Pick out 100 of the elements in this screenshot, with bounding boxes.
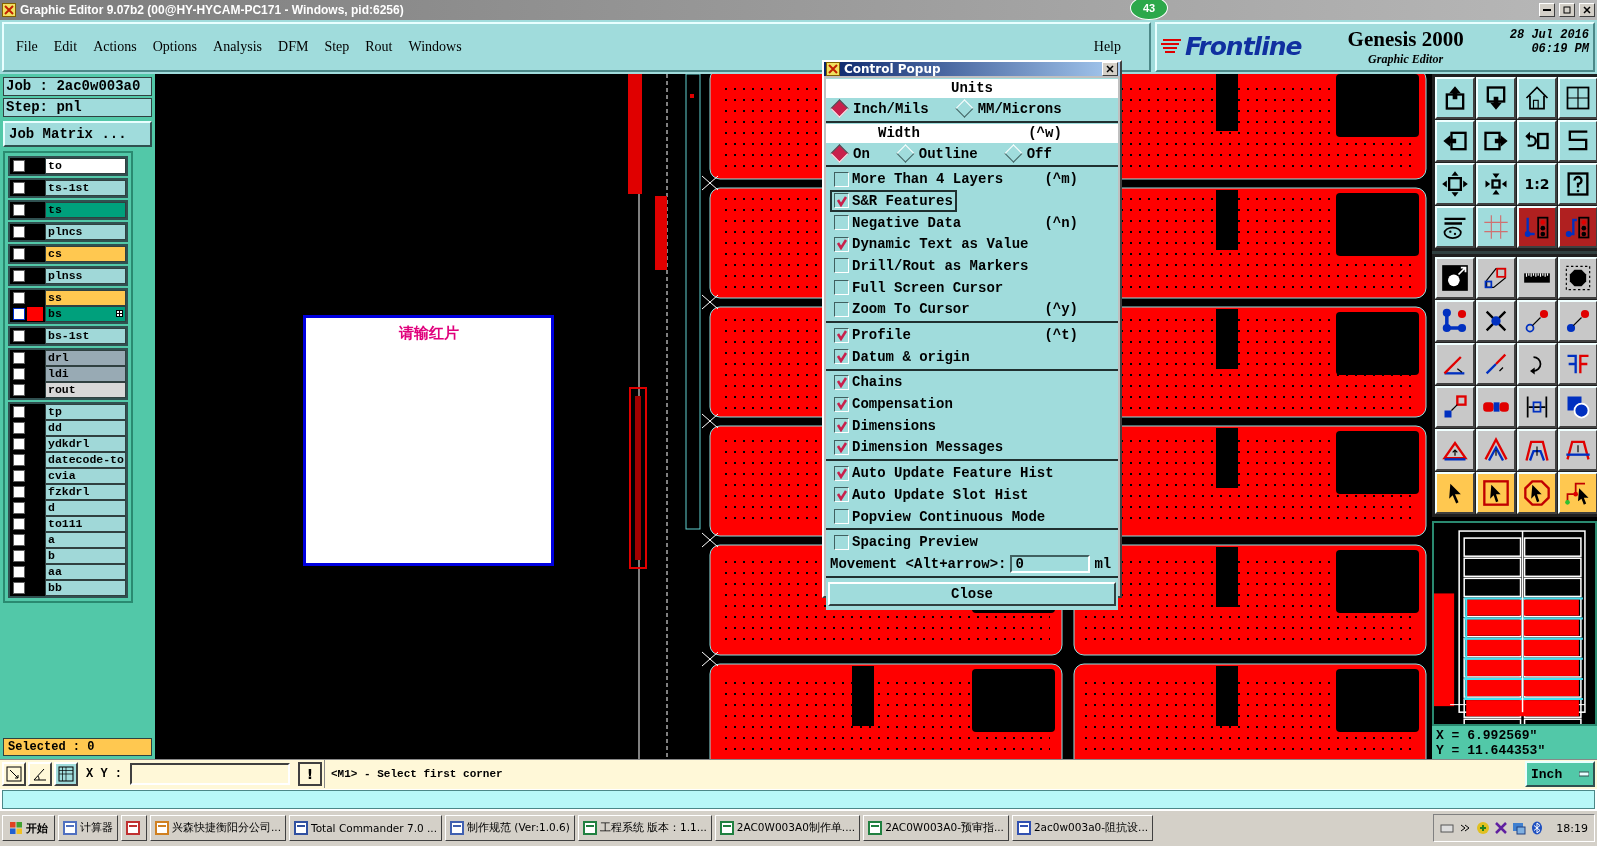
- toolbar-button[interactable]: [1435, 342, 1475, 385]
- layer-checkbox[interactable]: [13, 469, 25, 482]
- help-menu[interactable]: Help: [1093, 38, 1121, 55]
- menu-item[interactable]: Edit: [53, 38, 78, 55]
- layer-checkbox[interactable]: [13, 533, 25, 546]
- layer-checkbox[interactable]: [13, 351, 25, 364]
- layer-checkbox[interactable]: [13, 501, 25, 514]
- toolbar-button[interactable]: [1476, 471, 1516, 514]
- maximize-button[interactable]: [1559, 2, 1575, 17]
- layer-name[interactable]: to: [45, 157, 126, 174]
- checkbox-option[interactable]: Full Screen Cursor: [830, 276, 1008, 299]
- layer-checkbox[interactable]: [13, 181, 25, 194]
- layer-checkbox[interactable]: [13, 421, 25, 434]
- taskbar-item[interactable]: 工程系统 版本：1.1...: [577, 815, 712, 842]
- toolbar-button[interactable]: [1476, 76, 1516, 119]
- menu-item[interactable]: Windows: [408, 38, 462, 55]
- checkbox-option[interactable]: Popview Continuous Mode: [830, 505, 1050, 528]
- toolbar-button[interactable]: [2, 762, 26, 787]
- toolbar-button[interactable]: [1476, 205, 1516, 248]
- toolbar-button[interactable]: [1558, 119, 1597, 162]
- layer-checkbox[interactable]: [13, 225, 25, 238]
- toolbar-button[interactable]: [1476, 162, 1516, 205]
- toolbar-button[interactable]: [1558, 162, 1597, 205]
- close-button[interactable]: [1579, 2, 1595, 17]
- toolbar-button[interactable]: [1558, 76, 1597, 119]
- toolbar-button[interactable]: [1435, 385, 1475, 428]
- taskbar-item[interactable]: 2AC0W003A0制作单....: [714, 815, 861, 842]
- layer-name[interactable]: plncs: [45, 223, 126, 240]
- checkbox-option[interactable]: Spacing Preview: [830, 531, 983, 554]
- minimize-button[interactable]: [1539, 2, 1555, 17]
- checkbox-option[interactable]: Compensation: [830, 393, 957, 416]
- checkbox-option[interactable]: Negative Data: [830, 211, 966, 234]
- menu-item[interactable]: Actions: [93, 38, 137, 55]
- layer-checkbox[interactable]: [13, 485, 25, 498]
- toolbar-button[interactable]: [1476, 428, 1516, 471]
- layer-name[interactable]: drl: [45, 349, 126, 366]
- toolbar-button[interactable]: [1476, 299, 1516, 342]
- toolbar-button[interactable]: [1517, 385, 1557, 428]
- layer-name[interactable]: tp: [45, 403, 126, 420]
- checkbox-option[interactable]: Auto Update Slot Hist: [830, 483, 1033, 506]
- toolbar-button[interactable]: [1517, 428, 1557, 471]
- layer-name[interactable]: bs-1st: [45, 327, 126, 344]
- toolbar-button[interactable]: [1435, 428, 1475, 471]
- checkbox-option[interactable]: Dimensions: [830, 414, 940, 437]
- start-button[interactable]: 开始: [2, 815, 55, 842]
- toolbar-button[interactable]: [1476, 385, 1516, 428]
- toolbar-button[interactable]: [1435, 76, 1475, 119]
- layer-checkbox[interactable]: [13, 581, 25, 594]
- radio-option[interactable]: Inch/Mils: [830, 100, 929, 117]
- toolbar-button[interactable]: [1435, 162, 1475, 205]
- radio-option[interactable]: MM/Microns: [954, 100, 1062, 117]
- zoom-ratio-button[interactable]: 1:2: [1517, 162, 1557, 205]
- toolbar-button[interactable]: [1517, 256, 1557, 299]
- checkbox-option[interactable]: Dynamic Text as Value: [830, 233, 1033, 256]
- checkbox-option[interactable]: Dimension Messages: [830, 436, 1008, 459]
- checkbox-option[interactable]: Profile: [830, 324, 915, 347]
- toolbar-button[interactable]: [1476, 256, 1516, 299]
- menu-item[interactable]: Analysis: [213, 38, 263, 55]
- layer-checkbox[interactable]: [13, 437, 25, 450]
- layer-name[interactable]: ts: [45, 201, 126, 218]
- layer-checkbox[interactable]: [13, 405, 25, 418]
- layer-checkbox[interactable]: [13, 367, 25, 380]
- checkbox-option[interactable]: Datum & origin: [830, 345, 974, 368]
- layer-checkbox[interactable]: [13, 565, 25, 578]
- close-button[interactable]: Close: [828, 581, 1116, 606]
- toolbar-button[interactable]: [1435, 119, 1475, 162]
- toolbar-button[interactable]: [1517, 299, 1557, 342]
- taskbar-item[interactable]: 制作规范 (Ver:1.0.6): [445, 815, 575, 842]
- layer-checkbox[interactable]: [13, 291, 25, 304]
- layer-name[interactable]: cs: [45, 245, 126, 262]
- menu-item[interactable]: Options: [152, 38, 198, 55]
- toolbar-button[interactable]: [1558, 385, 1597, 428]
- taskbar-item[interactable]: 2ac0w003a0-阻抗设...: [1011, 815, 1154, 842]
- toolbar-button[interactable]: [1435, 256, 1475, 299]
- toolbar-button[interactable]: [1558, 256, 1597, 299]
- layer-checkbox[interactable]: [13, 453, 25, 466]
- layer-checkbox[interactable]: [13, 549, 25, 562]
- taskbar-item[interactable]: [121, 815, 147, 842]
- radio-option[interactable]: Outline: [895, 145, 978, 162]
- units-dropdown[interactable]: Inch: [1525, 761, 1595, 788]
- layer-checkbox[interactable]: [13, 269, 25, 282]
- checkbox-option[interactable]: Chains: [830, 371, 907, 394]
- checkbox-option[interactable]: Zoom To Cursor: [830, 298, 974, 321]
- taskbar-item[interactable]: 计算器: [58, 815, 118, 842]
- toolbar-button[interactable]: [1558, 471, 1597, 514]
- radio-option[interactable]: Off: [1003, 145, 1052, 162]
- toolbar-button[interactable]: [1558, 428, 1597, 471]
- checkbox-option[interactable]: Drill/Rout as Markers: [830, 254, 1033, 277]
- toolbar-button[interactable]: [1435, 205, 1475, 248]
- toolbar-button[interactable]: [28, 762, 52, 787]
- layer-checkbox[interactable]: [13, 383, 25, 396]
- layer-checkbox[interactable]: [13, 329, 25, 342]
- toolbar-button[interactable]: [1435, 299, 1475, 342]
- layer-name[interactable]: ts-1st: [45, 179, 126, 196]
- menu-item[interactable]: Rout: [365, 38, 393, 55]
- layer-name[interactable]: ss: [45, 289, 126, 306]
- menu-item[interactable]: DFM: [278, 38, 309, 55]
- toolbar-button[interactable]: [1517, 471, 1557, 514]
- taskbar-item[interactable]: 2AC0W003A0-预审指...: [863, 815, 1009, 842]
- toolbar-button[interactable]: [1476, 342, 1516, 385]
